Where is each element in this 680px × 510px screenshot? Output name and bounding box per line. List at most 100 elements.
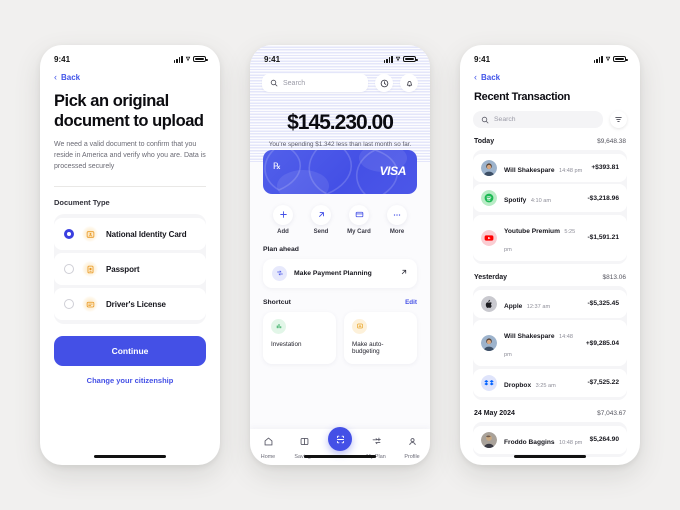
tab-label: Home	[260, 454, 276, 460]
group-header: 24 May 2024 $7,043.67	[473, 400, 627, 422]
group-total: $813.06	[602, 274, 627, 281]
phone-screen-wallet-home: 9:41 ▿ Search $145.230.00 You're spendin…	[250, 45, 430, 465]
document-type-label: Document Type	[54, 198, 110, 207]
continue-button[interactable]: Continue	[54, 336, 206, 366]
radio-unselected[interactable]	[64, 299, 74, 309]
search-icon	[270, 79, 278, 87]
phone-screen-document-upload: 9:41 ▿ ‹ Back Pick an original document …	[40, 45, 220, 465]
search-input[interactable]: Search	[473, 111, 603, 128]
status-bar: 9:41 ▿	[460, 45, 640, 67]
filter-icon[interactable]	[610, 111, 627, 128]
transaction-name: Will Shakespare	[504, 333, 555, 340]
search-row: Search	[250, 67, 430, 92]
option-drivers-license[interactable]: Driver's License	[54, 288, 206, 320]
home-indicator	[94, 454, 166, 458]
option-label: Passport	[106, 264, 140, 274]
radio-selected[interactable]	[64, 229, 74, 239]
group-header: Today $9,648.38	[473, 128, 627, 150]
table-row[interactable]: Will Shakespare 14:48 pm +$9,285.04	[473, 320, 627, 366]
signal-icon	[383, 55, 393, 63]
transaction-amount: $5,264.90	[589, 436, 619, 443]
chevron-left-icon: ‹	[474, 72, 477, 82]
search-input[interactable]: Search	[262, 74, 368, 92]
balance-amount: $145.230.00	[287, 111, 394, 134]
transaction-time: 12:37 am	[526, 303, 551, 310]
back-button[interactable]: ‹ Back	[40, 67, 220, 83]
dropbox-icon	[481, 374, 497, 391]
option-national-identity-card[interactable]: National Identity Card	[54, 218, 206, 250]
action-my-card[interactable]: My Card	[342, 204, 376, 235]
shortcut-investation[interactable]: Investation	[263, 311, 336, 364]
divider	[54, 186, 206, 187]
history-clock-icon[interactable]	[375, 74, 393, 92]
table-row[interactable]: Spotify 4:10 am -$3,218.96	[473, 184, 627, 212]
wifi-icon: ▿	[605, 54, 610, 63]
group-date: 24 May 2024	[474, 410, 515, 417]
transaction-amount: +$9,285.04	[585, 339, 619, 347]
my-plan-icon	[372, 437, 381, 445]
battery-icon	[193, 55, 208, 63]
group-date: Yesterday	[474, 274, 508, 281]
action-label: Send	[313, 228, 329, 235]
option-label: National Identity Card	[106, 229, 187, 239]
balance-note: You're spending $1.342 less than last mo…	[268, 141, 412, 148]
ellipsis-icon	[387, 204, 407, 225]
action-label: Add	[277, 228, 289, 235]
table-row[interactable]: Youtube Premium 5:25 pm -$1,591.21	[473, 214, 627, 261]
visa-card[interactable]: ℞ VISA	[263, 149, 417, 194]
chevron-left-icon: ‹	[54, 72, 57, 82]
status-time: 9:41	[264, 54, 281, 64]
home-indicator	[514, 454, 586, 458]
option-passport[interactable]: Passport	[54, 253, 206, 285]
shortcut-header: Shortcut Edit	[250, 299, 430, 306]
signal-icon	[593, 55, 603, 63]
make-payment-planning-item[interactable]: Make Payment Planning	[263, 258, 417, 288]
transaction-time: 10:48 pm	[559, 439, 583, 446]
budget-icon	[352, 318, 367, 334]
back-button[interactable]: ‹ Back	[460, 67, 640, 83]
battery-icon	[613, 55, 628, 63]
plan-item-label: Make Payment Planning	[294, 269, 372, 277]
battery-icon	[403, 55, 418, 63]
arrow-up-right-icon	[400, 268, 408, 278]
status-time: 9:41	[54, 54, 71, 64]
page-subtitle: We need a valid document to confirm that…	[54, 141, 206, 170]
scan-fab-button[interactable]	[328, 427, 352, 451]
apple-icon	[481, 295, 497, 312]
table-row[interactable]: Dropbox 3:25 am -$7,525.22	[473, 368, 627, 397]
shortcut-label: Investation	[271, 340, 302, 348]
action-label: My Card	[347, 228, 371, 235]
action-send[interactable]: Send	[304, 204, 338, 235]
option-label: Driver's License	[106, 299, 166, 309]
transaction-group-yesterday: Yesterday $813.06 Apple 12:37 am -$5,325…	[460, 264, 640, 400]
transaction-group-today: Today $9,648.38 Will Shakespare 14:48 pm…	[460, 128, 640, 264]
tab-profile[interactable]: Profile	[397, 434, 427, 460]
transaction-amount: -$3,218.96	[587, 194, 619, 202]
contactless-icon: ℞	[273, 160, 282, 171]
spotify-icon	[481, 190, 497, 206]
notification-bell-icon[interactable]	[400, 74, 418, 92]
shortcut-label: Make auto-budgeting	[352, 340, 384, 355]
mockup-stage: 9:41 ▿ ‹ Back Pick an original document …	[0, 0, 680, 510]
table-row[interactable]: Froddo Baggins 10:48 pm $5,264.90	[473, 425, 627, 454]
tab-home[interactable]: Home	[253, 434, 283, 460]
page-title: Pick an original document to upload	[54, 92, 204, 130]
group-total: $9,648.38	[597, 138, 626, 145]
transaction-amount: -$1,591.21	[587, 234, 619, 241]
shortcut-edit-button[interactable]: Edit	[405, 299, 417, 306]
table-row[interactable]: Will Shakespare 14:48 pm +$393.81	[473, 153, 627, 182]
change-citizenship-link[interactable]: Change your citizenship	[54, 376, 206, 385]
radio-unselected[interactable]	[64, 264, 74, 274]
home-indicator	[304, 454, 376, 458]
photo-avatar-1	[481, 159, 497, 176]
shortcut-auto-budgeting[interactable]: Make auto-budgeting	[344, 311, 417, 364]
transaction-time: 3:25 am	[535, 382, 556, 389]
transaction-name: Will Shakespare	[504, 166, 555, 174]
phone-screen-recent-transactions: 9:41 ▿ ‹ Back Recent Transaction Search	[460, 45, 640, 465]
tab-scan[interactable]	[325, 427, 355, 451]
drivers-license-icon	[82, 296, 98, 312]
transaction-time: 4:10 am	[530, 198, 552, 204]
action-add[interactable]: Add	[266, 204, 300, 235]
action-more[interactable]: More	[380, 204, 414, 235]
table-row[interactable]: Apple 12:37 am -$5,325.45	[473, 289, 627, 318]
